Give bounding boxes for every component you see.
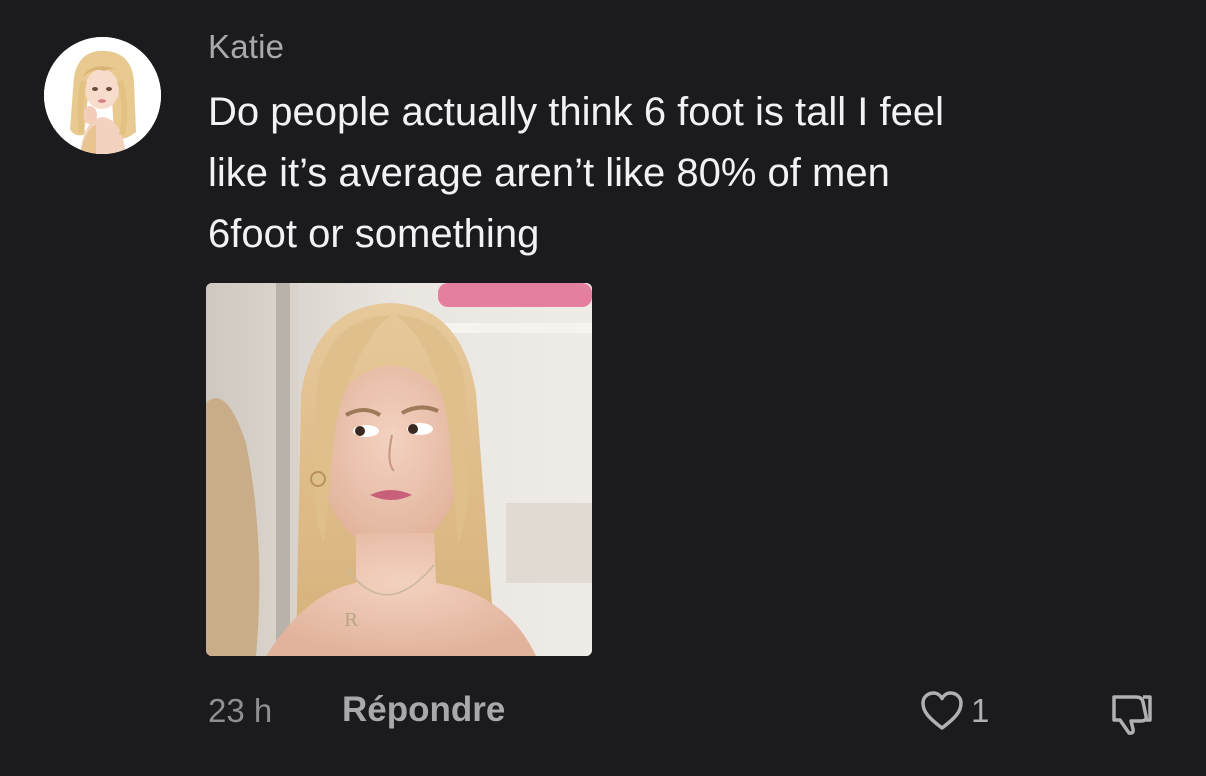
comment-timestamp: 23 h [208, 692, 273, 729]
like-count: 1 [971, 692, 990, 729]
thumbs-down-icon [1112, 695, 1152, 735]
comment-footer: 23 h Répondre 1 [0, 690, 1206, 738]
comment-author[interactable]: Katie [208, 28, 284, 66]
comment-gif[interactable]: R [206, 283, 592, 656]
dislike-button[interactable] [1106, 687, 1156, 737]
avatar-illustration [44, 37, 161, 154]
reply-button[interactable]: Répondre [342, 690, 505, 730]
comment-text: Do people actually think 6 foot is tall … [208, 90, 944, 256]
avatar[interactable] [44, 37, 161, 154]
like-button[interactable]: 1 [919, 690, 989, 732]
svg-text:R: R [344, 610, 358, 631]
heart-outline-icon [921, 691, 963, 730]
comment-item: Katie Do people actually think 6 foot is… [0, 0, 1206, 776]
